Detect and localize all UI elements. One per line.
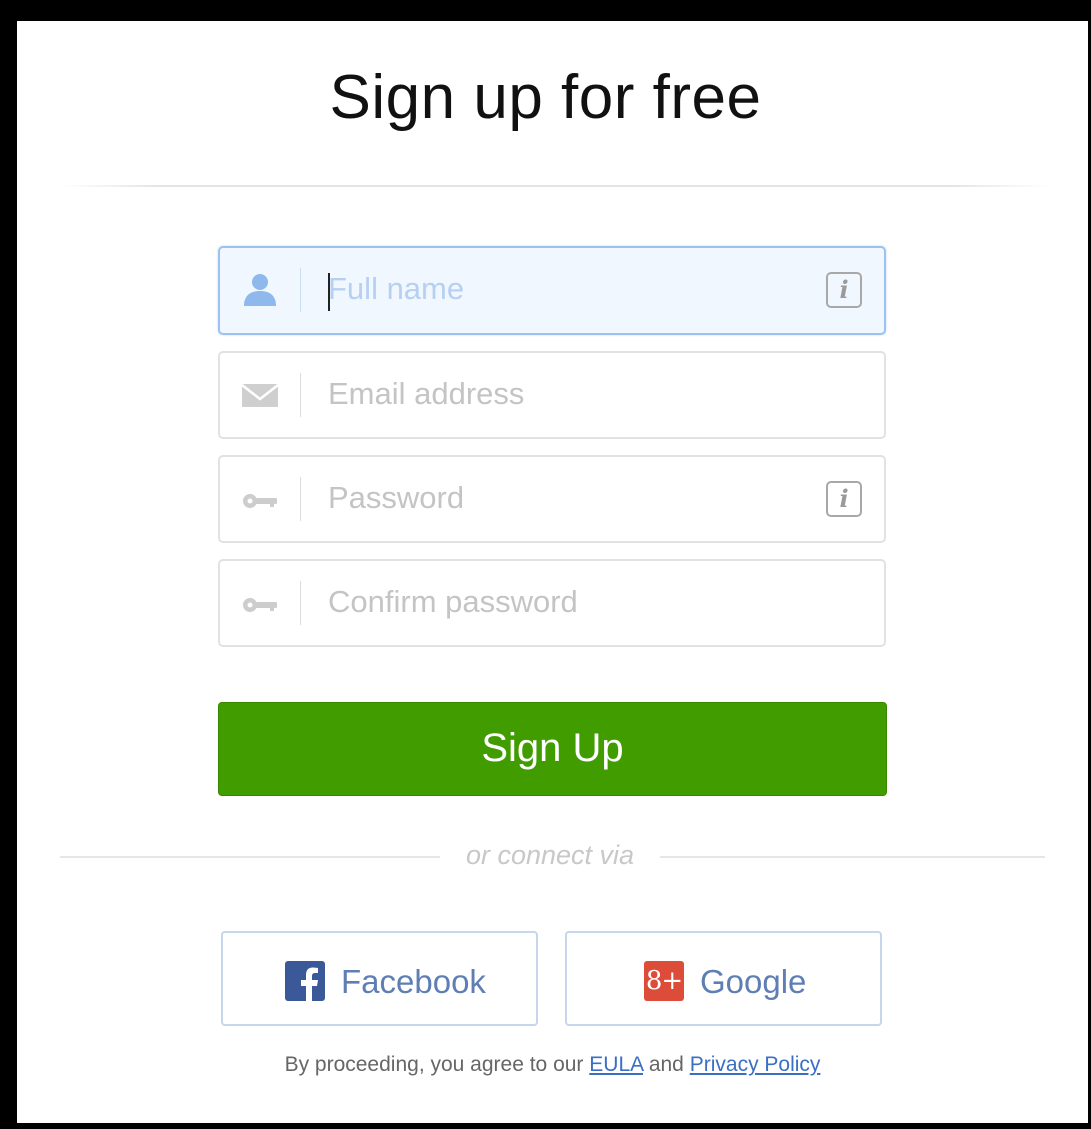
field-separator — [300, 581, 301, 625]
privacy-policy-link[interactable]: Privacy Policy — [690, 1053, 821, 1076]
or-connect-label: or connect via — [465, 840, 635, 870]
google-plus-icon: 8+ — [644, 961, 684, 1001]
key-icon — [240, 479, 280, 519]
full-name-input[interactable] — [328, 264, 808, 314]
envelope-icon — [240, 375, 280, 415]
facebook-button[interactable]: Facebook — [221, 931, 538, 1026]
legal-notice: By proceeding, you agree to our EULA and… — [0, 1053, 1091, 1077]
facebook-label: Facebook — [341, 963, 486, 1000]
field-separator — [300, 268, 301, 312]
key-icon — [240, 583, 280, 623]
facebook-icon — [285, 961, 325, 1001]
eula-link[interactable]: EULA — [589, 1053, 643, 1076]
info-icon[interactable]: i — [826, 272, 862, 308]
confirm-password-field[interactable] — [218, 559, 886, 647]
or-divider-right — [660, 856, 1045, 858]
window-frame: Sign up for free i — [0, 0, 1091, 1129]
legal-conjunction: and — [648, 1053, 684, 1076]
confirm-password-input[interactable] — [328, 577, 808, 627]
page-title: Sign up for free — [329, 63, 762, 132]
password-field[interactable]: i — [218, 455, 886, 543]
email-field[interactable] — [218, 351, 886, 439]
or-divider-left — [60, 856, 440, 858]
field-separator — [300, 373, 301, 417]
info-icon[interactable]: i — [826, 481, 862, 517]
user-icon — [240, 270, 280, 310]
field-separator — [300, 477, 301, 521]
full-name-field[interactable]: i — [218, 246, 886, 335]
email-input[interactable] — [328, 369, 808, 419]
legal-prefix: By proceeding, you agree to our — [284, 1053, 584, 1076]
google-label: Google — [700, 963, 807, 1000]
sign-up-button[interactable]: Sign Up — [218, 702, 887, 796]
google-button[interactable]: 8+ Google — [565, 931, 882, 1026]
text-cursor — [328, 273, 330, 311]
title-divider — [60, 185, 1050, 187]
password-input[interactable] — [328, 473, 808, 523]
